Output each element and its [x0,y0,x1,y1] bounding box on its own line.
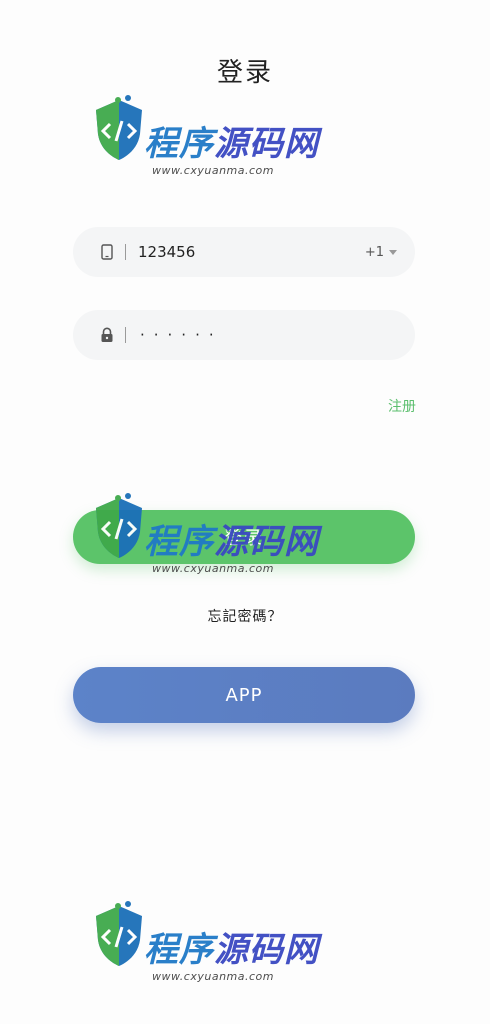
chevron-down-icon [389,249,397,255]
watermark-brand-2: 源码网 [214,124,319,164]
watermark-url: www.cxyuanma.com [152,562,274,575]
field-divider [125,327,126,343]
shield-code-icon [96,901,142,966]
login-page: 登录 程序源码网 www.cxyuanma.com 123456 +1 ····… [0,0,490,1024]
shield-code-icon [96,95,142,160]
watermark-brand-1: 程序 [144,930,214,970]
shield-code-icon [96,493,142,558]
field-divider [125,244,126,260]
page-title: 登录 [216,58,273,88]
phone-icon [99,243,115,261]
app-button-label: APP [225,684,263,706]
country-code-value: +1 [364,244,384,260]
watermark-brand-2: 源码网 [214,522,319,562]
watermark-brand-2: 源码网 [214,930,319,970]
forgot-password-link[interactable]: 忘記密碼？ [0,606,490,626]
watermark-logo: 程序源码网 www.cxyuanma.com [88,900,318,1000]
lock-icon [99,326,115,344]
phone-field[interactable]: 123456 +1 [73,227,415,277]
password-field[interactable]: ······ [73,310,415,360]
watermark-brand-1: 程序 [144,522,214,562]
password-input[interactable]: ······ [140,326,223,344]
country-code-select[interactable]: +1 [365,245,397,260]
register-link[interactable]: 注册 [388,396,416,416]
phone-input[interactable]: 123456 [138,243,365,261]
watermark-logo: 程序源码网 www.cxyuanma.com [88,492,318,592]
watermark-url: www.cxyuanma.com [152,164,274,177]
watermark-url: www.cxyuanma.com [152,970,274,983]
watermark-brand-1: 程序 [144,124,214,164]
watermark-logo: 程序源码网 www.cxyuanma.com [88,94,318,194]
app-button[interactable]: APP [73,667,415,723]
